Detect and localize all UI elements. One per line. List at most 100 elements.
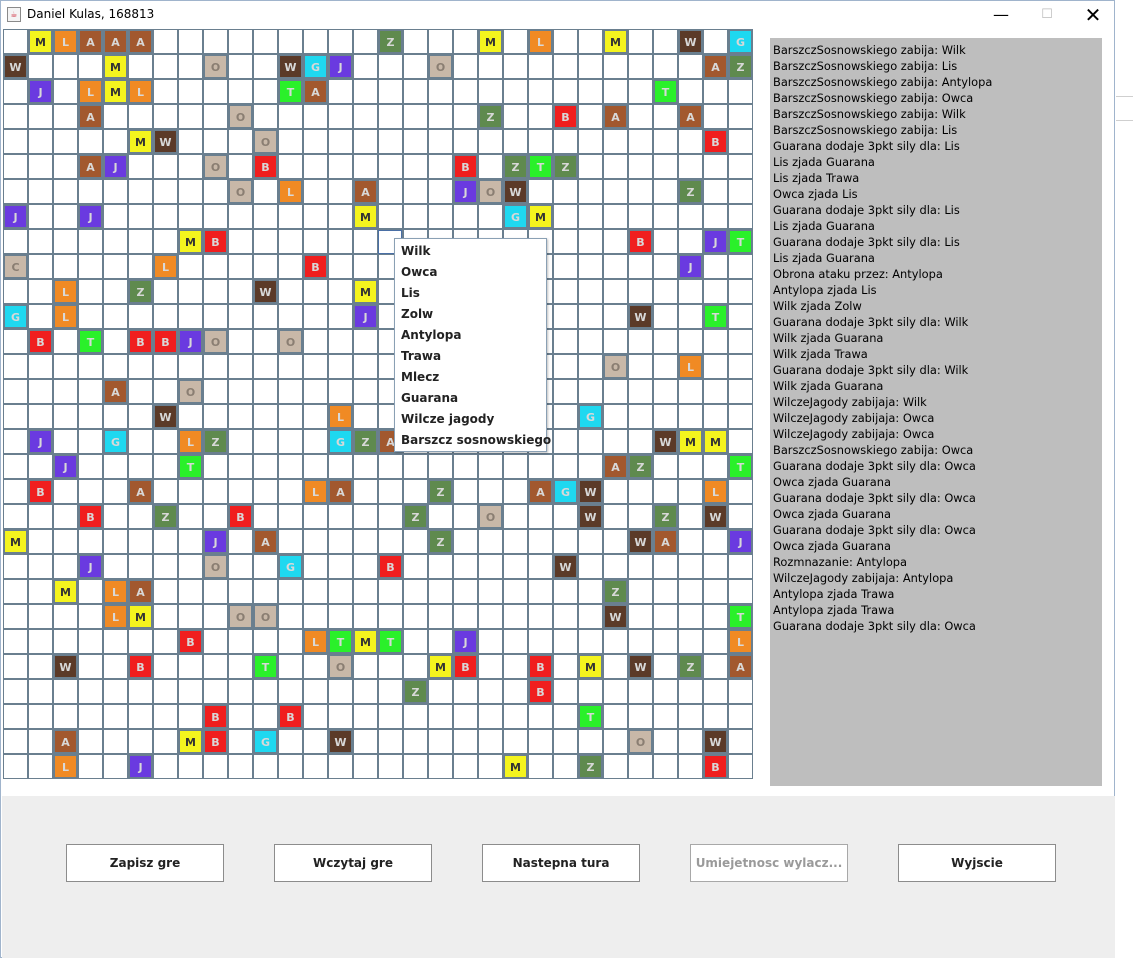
board-cell[interactable] [503, 704, 528, 729]
board-cell[interactable] [653, 654, 678, 679]
board-cell[interactable]: L [178, 429, 203, 454]
board-cell[interactable] [203, 479, 228, 504]
board-cell[interactable] [678, 54, 703, 79]
board-cell[interactable] [203, 304, 228, 329]
board-cell[interactable] [253, 54, 278, 79]
board-cell[interactable] [653, 104, 678, 129]
board-cell[interactable]: L [303, 479, 328, 504]
board-cell[interactable] [228, 429, 253, 454]
board-cell[interactable] [453, 54, 478, 79]
board-cell[interactable] [278, 379, 303, 404]
board-cell[interactable] [628, 404, 653, 429]
board-cell[interactable]: B [203, 729, 228, 754]
board-cell[interactable] [703, 529, 728, 554]
board-cell[interactable] [628, 579, 653, 604]
board-cell[interactable]: L [128, 79, 153, 104]
board-cell[interactable] [503, 104, 528, 129]
board-cell[interactable]: L [728, 629, 753, 654]
board-cell[interactable] [428, 704, 453, 729]
board-cell[interactable]: W [578, 479, 603, 504]
board-cell[interactable] [453, 729, 478, 754]
board-cell[interactable] [28, 454, 53, 479]
board-cell[interactable] [3, 79, 28, 104]
board-cell[interactable] [78, 729, 103, 754]
board-cell[interactable] [353, 329, 378, 354]
board-cell[interactable] [553, 504, 578, 529]
board-cell[interactable] [503, 529, 528, 554]
board-cell[interactable] [703, 329, 728, 354]
board-cell[interactable] [278, 279, 303, 304]
board-cell[interactable] [578, 329, 603, 354]
board-cell[interactable] [628, 479, 653, 504]
board-cell[interactable] [728, 554, 753, 579]
board-cell[interactable] [53, 429, 78, 454]
board-cell[interactable] [453, 454, 478, 479]
board-cell[interactable] [453, 754, 478, 779]
board-cell[interactable] [503, 29, 528, 54]
board-cell[interactable] [678, 504, 703, 529]
board-cell[interactable]: B [278, 704, 303, 729]
board-cell[interactable]: J [353, 304, 378, 329]
board-cell[interactable] [378, 54, 403, 79]
board-cell[interactable] [28, 404, 53, 429]
board-cell[interactable] [203, 79, 228, 104]
board-cell[interactable]: B [178, 629, 203, 654]
board-cell[interactable]: O [203, 54, 228, 79]
board-cell[interactable] [478, 204, 503, 229]
board-cell[interactable] [703, 154, 728, 179]
board-cell[interactable]: O [203, 554, 228, 579]
board-cell[interactable] [703, 654, 728, 679]
board-cell[interactable]: A [353, 179, 378, 204]
board-cell[interactable] [103, 504, 128, 529]
board-cell[interactable] [378, 129, 403, 154]
board-cell[interactable] [228, 554, 253, 579]
board-cell[interactable]: M [703, 429, 728, 454]
board-cell[interactable] [453, 579, 478, 604]
board-cell[interactable]: B [528, 679, 553, 704]
board-cell[interactable] [353, 454, 378, 479]
board-cell[interactable] [303, 104, 328, 129]
save-game-button[interactable]: Zapisz gre [66, 844, 224, 882]
board-cell[interactable] [403, 479, 428, 504]
board-cell[interactable] [153, 354, 178, 379]
board-cell[interactable] [703, 604, 728, 629]
board-cell[interactable] [3, 579, 28, 604]
board-cell[interactable] [128, 354, 153, 379]
board-cell[interactable] [178, 79, 203, 104]
board-cell[interactable] [353, 379, 378, 404]
board-cell[interactable] [678, 204, 703, 229]
board-cell[interactable] [528, 629, 553, 654]
board-cell[interactable] [378, 79, 403, 104]
board-cell[interactable] [728, 379, 753, 404]
board-cell[interactable] [328, 554, 353, 579]
board-cell[interactable] [353, 129, 378, 154]
board-cell[interactable] [153, 604, 178, 629]
board-cell[interactable] [728, 579, 753, 604]
board-cell[interactable] [103, 229, 128, 254]
board-cell[interactable] [303, 329, 328, 354]
board-cell[interactable] [228, 529, 253, 554]
board-cell[interactable] [328, 79, 353, 104]
board-cell[interactable] [228, 629, 253, 654]
board-cell[interactable]: J [453, 179, 478, 204]
board-cell[interactable] [128, 229, 153, 254]
board-cell[interactable] [653, 679, 678, 704]
board-cell[interactable] [153, 679, 178, 704]
board-cell[interactable]: M [428, 654, 453, 679]
board-cell[interactable] [53, 479, 78, 504]
board-cell[interactable]: O [203, 329, 228, 354]
board-cell[interactable] [278, 129, 303, 154]
board-cell[interactable] [153, 754, 178, 779]
board-cell[interactable] [578, 304, 603, 329]
board-cell[interactable] [353, 104, 378, 129]
board-cell[interactable] [178, 529, 203, 554]
board-cell[interactable]: G [578, 404, 603, 429]
board-cell[interactable] [678, 304, 703, 329]
board-cell[interactable]: Z [503, 154, 528, 179]
board-cell[interactable]: O [253, 129, 278, 154]
board-cell[interactable] [728, 404, 753, 429]
board-cell[interactable]: W [328, 729, 353, 754]
board-cell[interactable]: T [653, 79, 678, 104]
board-cell[interactable]: J [28, 79, 53, 104]
board-cell[interactable] [78, 454, 103, 479]
